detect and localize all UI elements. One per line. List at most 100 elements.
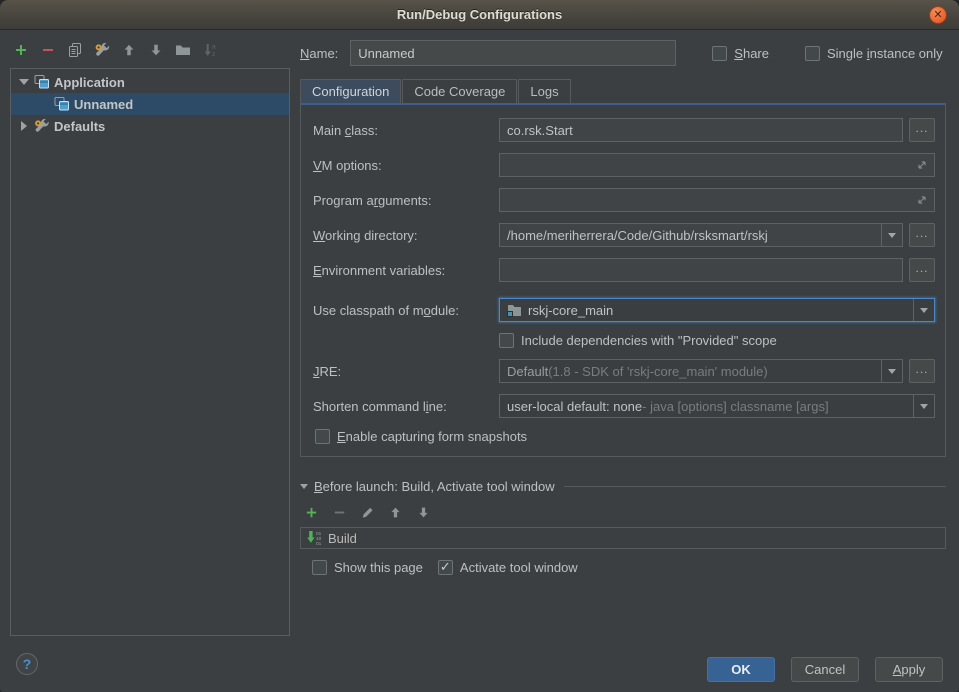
- move-task-down-button[interactable]: [414, 503, 432, 521]
- before-launch-title: Before launch:: [314, 479, 398, 494]
- checkbox-checked-icon: [438, 560, 453, 575]
- tree-toolbar: az: [12, 38, 290, 62]
- chevron-down-icon: [300, 484, 308, 489]
- environment-variables-input[interactable]: [507, 263, 895, 278]
- shorten-dropdown[interactable]: [913, 395, 934, 417]
- browse-main-class-button[interactable]: ...: [909, 118, 935, 142]
- wrench-icon: [94, 42, 111, 58]
- main-class-label: Main class:: [313, 123, 499, 138]
- tab-code-coverage[interactable]: Code Coverage: [402, 79, 517, 103]
- window-title: Run/Debug Configurations: [0, 0, 959, 30]
- checkbox-icon: [499, 333, 514, 348]
- tree-item-defaults[interactable]: Defaults: [11, 115, 289, 137]
- add-configuration-button[interactable]: [12, 41, 30, 59]
- browse-jre-button[interactable]: ...: [909, 359, 935, 383]
- share-checkbox[interactable]: Share: [712, 46, 769, 61]
- sort-configurations-button[interactable]: az: [201, 41, 219, 59]
- tree-item-unnamed[interactable]: Unnamed: [11, 93, 289, 115]
- jre-detail: (1.8 - SDK of 'rskj-core_main' module): [548, 364, 768, 379]
- chevron-right-icon[interactable]: [17, 121, 31, 131]
- before-launch-section: Before launch: Build, Activate tool wind…: [300, 477, 946, 575]
- compile-icon: 01 10 01: [306, 530, 322, 546]
- move-up-button[interactable]: [120, 41, 138, 59]
- name-row: Name: Share Single instance only: [300, 40, 946, 66]
- configurations-tree: Application Unnamed Defaults: [10, 68, 290, 636]
- expand-field-icon[interactable]: [915, 193, 929, 207]
- move-down-button[interactable]: [147, 41, 165, 59]
- working-directory-dropdown[interactable]: [881, 224, 902, 246]
- program-arguments-field[interactable]: [499, 188, 935, 212]
- jre-combobox[interactable]: Default (1.8 - SDK of 'rskj-core_main' m…: [499, 359, 903, 383]
- checkbox-icon: [805, 46, 820, 61]
- browse-working-directory-button[interactable]: ...: [909, 223, 935, 247]
- titlebar[interactable]: Run/Debug Configurations ✕: [0, 0, 959, 30]
- edit-defaults-button[interactable]: [93, 41, 111, 59]
- wrench-icon: [33, 118, 51, 134]
- ok-button[interactable]: OK: [707, 657, 775, 682]
- tab-configuration[interactable]: Configuration: [300, 79, 401, 103]
- vm-options-label: VM options:: [313, 158, 499, 173]
- include-dependencies-label: Include dependencies with "Provided" sco…: [521, 333, 777, 348]
- environment-variables-field[interactable]: [499, 258, 903, 282]
- main-class-input[interactable]: [507, 123, 895, 138]
- checkbox-icon: [312, 560, 327, 575]
- expand-field-icon[interactable]: [915, 158, 929, 172]
- copy-icon: [67, 42, 83, 58]
- use-classpath-value: rskj-core_main: [528, 303, 613, 318]
- working-directory-input[interactable]: [507, 228, 874, 243]
- activate-tool-window-checkbox[interactable]: Activate tool window: [438, 560, 578, 575]
- vm-options-field[interactable]: [499, 153, 935, 177]
- tab-logs[interactable]: Logs: [518, 79, 570, 103]
- enable-capturing-checkbox[interactable]: Enable capturing form snapshots: [315, 429, 527, 444]
- enable-capturing-label: Enable capturing form snapshots: [337, 429, 527, 444]
- share-label: Share: [734, 46, 769, 61]
- shorten-command-line-combobox[interactable]: user-local default: none - java [options…: [499, 394, 935, 418]
- jre-dropdown[interactable]: [881, 360, 902, 382]
- program-arguments-input[interactable]: [507, 193, 927, 208]
- close-button[interactable]: ✕: [929, 6, 947, 24]
- move-task-up-button[interactable]: [386, 503, 404, 521]
- edit-task-button[interactable]: [358, 503, 376, 521]
- apply-button[interactable]: Apply: [875, 657, 943, 682]
- tree-item-application[interactable]: Application: [11, 71, 289, 93]
- help-button[interactable]: ?: [16, 653, 38, 675]
- minus-icon: [332, 505, 347, 520]
- module-icon: [507, 304, 522, 317]
- copy-configuration-button[interactable]: [66, 41, 84, 59]
- chevron-down-icon[interactable]: [17, 79, 31, 85]
- tree-item-label: Unnamed: [74, 97, 133, 112]
- program-arguments-row: Program arguments:: [313, 188, 935, 212]
- vm-options-input[interactable]: [507, 158, 927, 173]
- remove-task-button[interactable]: [330, 503, 348, 521]
- use-classpath-label: Use classpath of module:: [313, 303, 499, 318]
- before-launch-header[interactable]: Before launch: Build, Activate tool wind…: [300, 477, 946, 495]
- working-directory-row: Working directory: ...: [313, 223, 935, 247]
- use-classpath-combobox[interactable]: rskj-core_main: [499, 298, 935, 322]
- run-debug-configurations-dialog: Run/Debug Configurations ✕: [0, 0, 959, 692]
- shorten-command-line-row: Shorten command line: user-local default…: [313, 394, 935, 418]
- show-this-page-checkbox[interactable]: Show this page: [312, 560, 423, 575]
- include-dependencies-checkbox[interactable]: Include dependencies with "Provided" sco…: [499, 333, 777, 348]
- checkbox-icon: [315, 429, 330, 444]
- svg-text:01: 01: [316, 541, 322, 546]
- add-task-button[interactable]: [302, 503, 320, 521]
- name-input[interactable]: [350, 40, 676, 66]
- single-instance-checkbox[interactable]: Single instance only: [805, 46, 943, 61]
- shorten-command-line-label: Shorten command line:: [313, 399, 499, 414]
- use-classpath-dropdown[interactable]: [913, 299, 934, 321]
- shorten-value: user-local default: none: [507, 399, 642, 414]
- jre-row: JRE: Default (1.8 - SDK of 'rskj-core_ma…: [313, 359, 935, 383]
- main-class-field[interactable]: [499, 118, 903, 142]
- working-directory-field[interactable]: [499, 223, 903, 247]
- cancel-button[interactable]: Cancel: [791, 657, 859, 682]
- application-icon: [53, 96, 71, 112]
- remove-configuration-button[interactable]: [39, 41, 57, 59]
- arrow-up-icon: [389, 506, 402, 519]
- tree-item-label: Defaults: [54, 119, 105, 134]
- jre-label: JRE:: [313, 364, 499, 379]
- main-class-row: Main class: ...: [313, 118, 935, 142]
- browse-environment-variables-button[interactable]: ...: [909, 258, 935, 282]
- new-folder-button[interactable]: [174, 41, 192, 59]
- use-classpath-row: Use classpath of module: rskj-core_main: [313, 298, 935, 322]
- before-launch-task-build[interactable]: 01 10 01 Build: [300, 527, 946, 549]
